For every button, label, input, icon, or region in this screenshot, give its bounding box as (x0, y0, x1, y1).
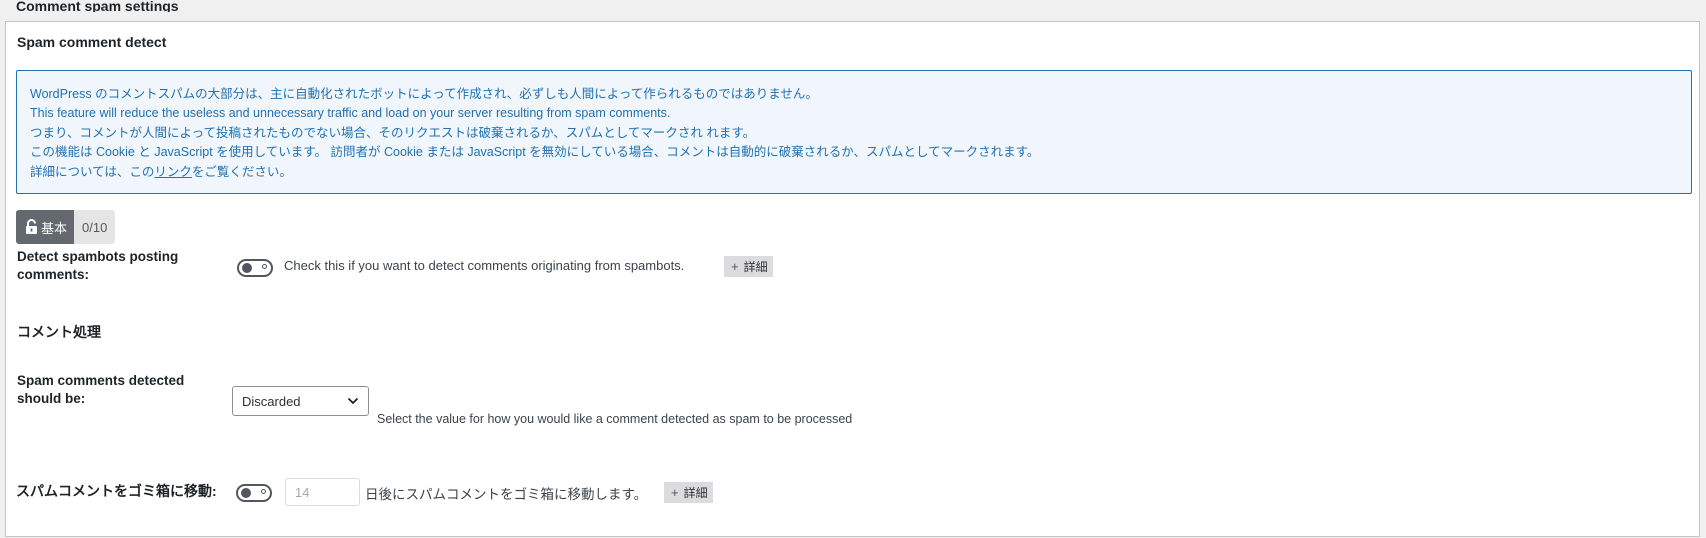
detail-label: 詳細 (743, 260, 768, 274)
spam-action-label: Spam comments detected should be: (17, 372, 184, 408)
move-to-trash-toggle[interactable] (236, 484, 272, 502)
chevron-down-icon (347, 397, 359, 405)
level-label: 基本 (41, 220, 68, 236)
notice-text: をご覧ください。 (191, 164, 292, 179)
info-notice: WordPress のコメントスパムの大部分は、主に自動化されたボットによって作… (16, 70, 1692, 194)
spam-action-select[interactable]: Discarded (232, 386, 369, 416)
label-line: comments: (17, 267, 90, 282)
label-line: Spam comments detected (17, 373, 185, 388)
notice-line: 詳細については、このリンクをご覧ください。 (30, 163, 1691, 182)
comment-processing-heading: コメント処理 (17, 324, 101, 340)
move-to-trash-description: 日後にスパムコメントをゴミ箱に移動します。 (365, 487, 648, 502)
lock-open-icon (26, 219, 37, 234)
select-value: Discarded (242, 393, 301, 409)
toggle-off-indicator (262, 264, 267, 269)
toggle-knob (242, 263, 252, 273)
move-to-trash-label: スパムコメントをゴミ箱に移動: (16, 483, 217, 499)
section-title: Comment spam settings (16, 0, 179, 12)
trash-days-input[interactable]: 14 (285, 478, 360, 506)
plus-icon: + (671, 485, 679, 500)
detect-spambots-toggle[interactable] (237, 259, 273, 277)
detail-label: 詳細 (683, 486, 708, 500)
detect-spambots-label: Detect spambots posting comments: (17, 248, 178, 284)
label-line: should be: (17, 391, 86, 406)
spam-action-description: Select the value for how you would like … (377, 412, 853, 426)
detect-spambots-description: Check this if you want to detect comment… (284, 258, 685, 273)
notice-line: WordPress のコメントスパムの大部分は、主に自動化されたボットによって作… (30, 87, 818, 101)
details-link[interactable]: リンク (154, 165, 192, 179)
toggle-off-indicator (261, 489, 266, 494)
notice-line: この機能は Cookie と JavaScript を使用しています。 訪問者が… (30, 145, 1040, 160)
detect-spambots-detail-button[interactable]: + 詳細 (724, 256, 773, 277)
level-count: 0/10 (74, 210, 116, 244)
notice-text: 詳細については、この (30, 164, 155, 179)
panel-title: Spam comment detect (17, 34, 167, 50)
level-badge: 基本 (16, 210, 75, 244)
notice-line: This feature will reduce the useless and… (30, 106, 671, 121)
spam-settings-panel: Spam comment detect WordPress のコメントスパムの大… (5, 21, 1700, 537)
label-line: Detect spambots posting (17, 249, 179, 264)
toggle-knob (241, 488, 251, 498)
feature-level: 基本 0/10 (16, 210, 116, 244)
move-to-trash-detail-button[interactable]: + 詳細 (664, 482, 713, 503)
notice-line: つまり、コメントが人間によって投稿されたものでない場合、そのリクエストは破棄され… (30, 125, 756, 140)
plus-icon: + (731, 259, 739, 274)
